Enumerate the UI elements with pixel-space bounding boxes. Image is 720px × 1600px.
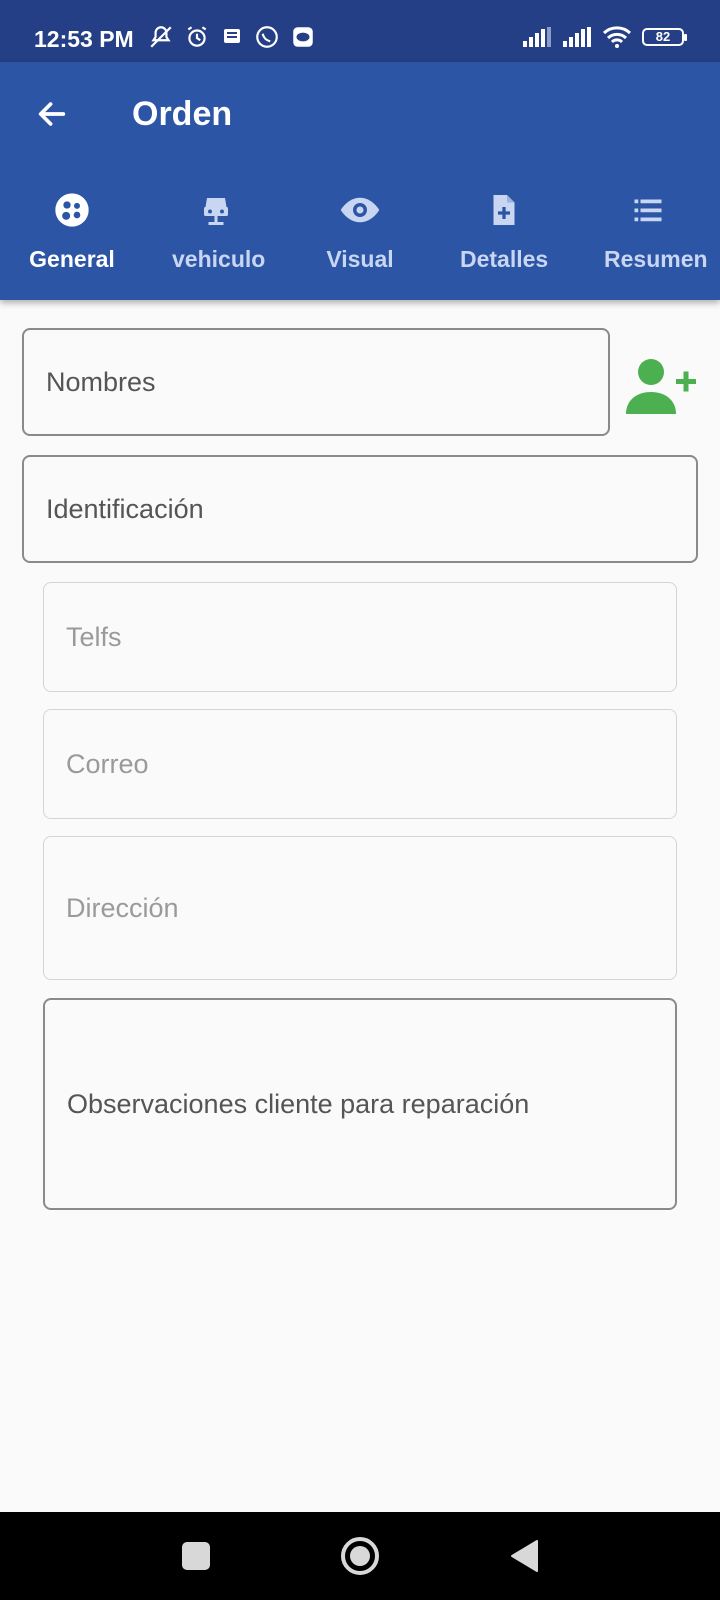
arrow-left-icon [38,102,66,126]
status-time: 12:53 PM [34,26,134,52]
back-button[interactable] [30,92,74,136]
tab-resumen[interactable]: Resumen [576,184,720,300]
telfs-placeholder: Telfs [66,621,122,652]
tab-detalles[interactable]: Detalles [432,184,576,300]
direccion-field[interactable]: Dirección [43,836,677,980]
nombres-field[interactable]: Nombres [22,328,610,436]
tab-label: Detalles [460,246,549,272]
message-icon [224,29,240,43]
status-bar: 12:53 PM 82 [0,0,720,62]
tab-vehiculo[interactable]: vehiculo [144,184,288,300]
signal-icon [563,27,591,47]
nombres-label: Nombres [46,366,156,397]
document-add-icon [493,195,515,225]
telfs-field[interactable]: Telfs [43,582,677,692]
page-title: Orden [132,95,233,133]
tab-label: Visual [326,246,394,272]
recents-button[interactable] [174,1534,218,1578]
back-nav-button[interactable] [502,1534,546,1578]
whatsapp-icon [256,26,278,48]
eye-icon [340,197,380,223]
tab-bar: General vehiculo Visual Detalles Resumen [0,184,720,300]
tab-general[interactable]: General [0,184,144,300]
home-circle-icon [341,1537,379,1575]
correo-placeholder: Correo [66,748,149,779]
mute-icon [150,26,172,48]
tab-label: Resumen [604,246,708,272]
navigation-bar [0,1512,720,1600]
car-icon [204,198,228,225]
tab-label: General [29,246,115,272]
battery-icon: 82 [642,28,687,46]
observaciones-label: Observaciones cliente para reparación [67,1088,530,1119]
add-user-button[interactable] [624,356,698,416]
tab-label: vehiculo [172,246,266,272]
correo-field[interactable]: Correo [43,709,677,819]
status-icons-left [148,24,316,50]
chat-icon [293,27,313,47]
group-icon [55,193,89,227]
direccion-placeholder: Dirección [66,892,179,923]
signal-icon [523,27,551,47]
recents-square-icon [182,1542,210,1570]
app-bar: Orden General vehiculo Visual Detalles R… [0,62,720,300]
add-user-icon [626,359,696,414]
identificacion-label: Identificación [46,493,204,524]
list-icon [634,199,662,222]
observaciones-field[interactable]: Observaciones cliente para reparación [43,998,677,1210]
wifi-icon [602,26,632,48]
home-button[interactable] [338,1534,382,1578]
status-icons-right: 82 [522,26,687,48]
back-triangle-icon [511,1540,538,1572]
tab-visual[interactable]: Visual [288,184,432,300]
identificacion-field[interactable]: Identificación [22,455,698,563]
alarm-icon [187,26,207,47]
